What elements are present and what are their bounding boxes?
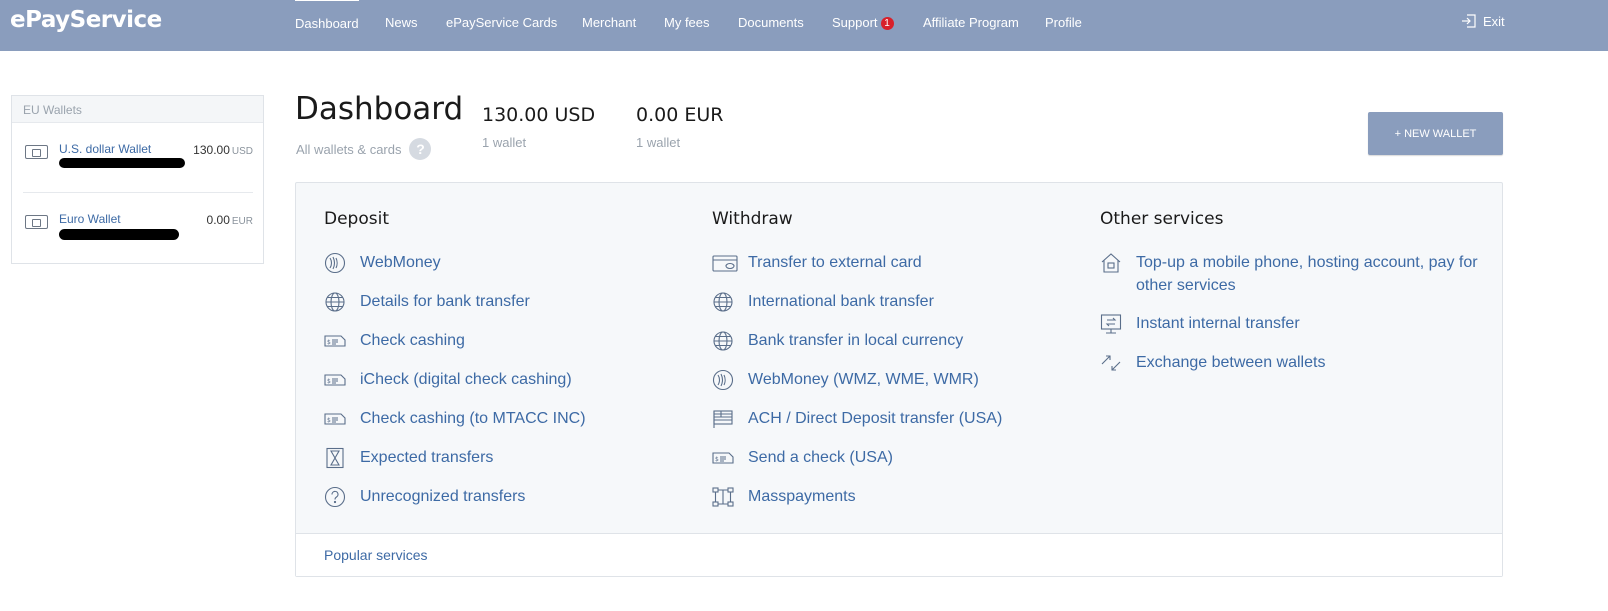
other-topup-link[interactable]: Top-up a mobile phone, hosting account, … [1100, 251, 1480, 297]
wallet-name[interactable]: U.S. dollar Wallet [59, 142, 151, 156]
exit-button[interactable]: Exit [1461, 13, 1505, 29]
globe-icon [324, 291, 346, 313]
deposit-bank-transfer-link[interactable]: Details for bank transfer [324, 290, 714, 314]
wallet-amount: 0.00 EUR [206, 213, 253, 227]
withdraw-heading: Withdraw [712, 209, 793, 229]
deposit-check-cashing-mtacc-link[interactable]: $ Check cashing (to MTACC INC) [324, 407, 714, 431]
nav-epayservice-cards[interactable]: ePayService Cards [446, 0, 557, 51]
check-icon: $ [324, 369, 346, 391]
wallet-count: 1 wallet [482, 135, 527, 150]
withdraw-send-check-link[interactable]: $ Send a check (USA) [712, 446, 1102, 470]
top-navigation-bar: ePayService Dashboard News ePayService C… [0, 0, 1608, 51]
logo[interactable]: ePayService [10, 7, 162, 33]
page-subtitle: All wallets & cards ? [296, 138, 432, 160]
new-wallet-button[interactable]: + NEW WALLET [1368, 112, 1503, 155]
exchange-icon [1100, 352, 1122, 374]
nav-affiliate-program[interactable]: Affiliate Program [923, 0, 1019, 51]
exit-label: Exit [1483, 13, 1505, 29]
withdraw-local-currency-link[interactable]: Bank transfer in local currency [712, 329, 1102, 353]
withdraw-ach-link[interactable]: ACH / Direct Deposit transfer (USA) [712, 407, 1102, 431]
deposit-expected-transfers-link[interactable]: Expected transfers [324, 446, 714, 470]
other-internal-transfer-link[interactable]: Instant internal transfer [1100, 312, 1480, 336]
wallet-eur[interactable]: Euro Wallet 0.00 EUR [23, 209, 253, 259]
wallet-amount: 130.00 USD [193, 143, 253, 157]
question-icon [324, 486, 346, 508]
nav-my-fees[interactable]: My fees [664, 0, 710, 51]
total-usd: 130.00 USD 1 wallet [482, 104, 595, 150]
total-amount: 0.00 EUR [636, 104, 724, 126]
globe-icon [712, 330, 734, 352]
deposit-icheck-link[interactable]: $ iCheck (digital check cashing) [324, 368, 714, 392]
wallet-name[interactable]: Euro Wallet [59, 212, 121, 226]
page-title: Dashboard [295, 91, 464, 127]
withdraw-column: Withdraw Transfer to external card Inter… [712, 209, 1102, 524]
flag-icon [712, 408, 734, 430]
deposit-unrecognized-transfers-link[interactable]: Unrecognized transfers [324, 485, 714, 509]
support-notification-badge: 1 [880, 17, 894, 30]
other-services-column: Other services Top-up a mobile phone, ho… [1100, 209, 1480, 390]
wallet-count: 1 wallet [636, 135, 681, 150]
card-icon [712, 252, 738, 274]
exit-icon [1462, 14, 1476, 28]
internal-transfer-icon [1100, 313, 1122, 335]
total-eur: 0.00 EUR 1 wallet [636, 104, 723, 150]
total-amount: 130.00 USD [482, 104, 596, 126]
sidebar-title: EU Wallets [12, 96, 263, 123]
nav-news[interactable]: News [385, 0, 418, 51]
wallet-usd[interactable]: U.S. dollar Wallet 130.00 USD [23, 139, 253, 189]
nav-documents[interactable]: Documents [738, 0, 804, 51]
house-icon [1100, 252, 1122, 274]
help-icon[interactable]: ? [409, 138, 432, 160]
other-services-heading: Other services [1100, 209, 1224, 229]
withdraw-external-card-link[interactable]: Transfer to external card [712, 251, 1102, 275]
wallets-sidebar: EU Wallets U.S. dollar Wallet 130.00 USD … [11, 95, 264, 264]
wallet-divider [23, 192, 253, 193]
deposit-column: Deposit WebMoney Details for bank transf… [324, 209, 714, 524]
redacted-wallet-number [59, 158, 185, 168]
other-exchange-link[interactable]: Exchange between wallets [1100, 351, 1480, 375]
nav-profile[interactable]: Profile [1045, 0, 1082, 51]
globe-icon [712, 291, 734, 313]
wallet-icon [25, 145, 48, 159]
wallet-icon [25, 215, 48, 229]
nav-support[interactable]: Support 1 [832, 0, 894, 51]
svg-text:$: $ [327, 417, 331, 424]
redacted-wallet-number [59, 229, 179, 240]
deposit-heading: Deposit [324, 209, 389, 229]
check-icon: $ [324, 330, 346, 352]
withdraw-webmoney-link[interactable]: WebMoney (WMZ, WME, WMR) [712, 368, 1102, 392]
deposit-webmoney-link[interactable]: WebMoney [324, 251, 714, 275]
webmoney-icon [324, 252, 346, 274]
check-icon: $ [712, 447, 734, 469]
withdraw-international-bank-transfer-link[interactable]: International bank transfer [712, 290, 1102, 314]
nav-dashboard[interactable]: Dashboard [295, 0, 359, 51]
svg-text:$: $ [327, 378, 331, 385]
check-icon: $ [324, 408, 346, 430]
svg-text:$: $ [327, 339, 331, 346]
popular-services-link[interactable]: Popular services [296, 533, 1502, 576]
nav-merchant[interactable]: Merchant [582, 0, 636, 51]
svg-text:$: $ [715, 456, 719, 463]
masspayments-icon [712, 486, 734, 508]
webmoney-icon [712, 369, 734, 391]
hourglass-icon [324, 447, 346, 469]
services-panel: Deposit WebMoney Details for bank transf… [295, 182, 1503, 577]
withdraw-masspayments-link[interactable]: Masspayments [712, 485, 1102, 509]
deposit-check-cashing-link[interactable]: $ Check cashing [324, 329, 714, 353]
